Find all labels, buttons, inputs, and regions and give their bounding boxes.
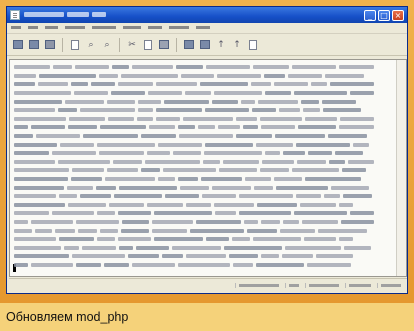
copy-icon[interactable] [141,38,155,52]
menu-item[interactable] [196,25,210,31]
text-line [14,175,394,184]
notepad-icon [10,10,20,20]
find-icon[interactable]: ⌕ [84,38,98,52]
open-icon[interactable] [27,38,41,52]
options-icon[interactable]: ↑ [230,38,244,52]
vertical-scrollbar[interactable] [396,60,406,276]
menu-item[interactable] [45,25,58,31]
text-line [14,149,394,158]
close-button[interactable]: × [392,9,404,21]
new-doc-icon[interactable] [11,38,25,52]
maximize-button[interactable]: □ [378,9,390,21]
text-line [14,243,394,252]
text-line [14,123,394,132]
toolbar: ⌕ ⌕ ✂ ↑ ↑ [7,34,407,56]
replace-icon[interactable]: ⌕ [100,38,114,52]
redo-icon[interactable] [198,38,212,52]
text-line [14,261,394,270]
text-line [14,115,394,124]
undo-icon[interactable] [182,38,196,52]
text-line [14,218,394,227]
text-line [14,132,394,141]
text-line [14,97,394,106]
text-line [14,226,394,235]
toolbar-separator [119,37,120,52]
text-line [14,209,394,218]
status-field [235,283,279,288]
cut-icon[interactable]: ✂ [125,38,139,52]
text-line [14,80,394,89]
text-area[interactable] [9,59,407,277]
format-icon[interactable]: ↑ [214,38,228,52]
menu-item[interactable] [65,25,85,31]
text-line [14,63,394,72]
text-line [14,166,394,175]
print-icon[interactable] [68,38,82,52]
text-line [14,158,394,167]
text-line [14,201,394,210]
text-line [14,140,394,149]
caption-bar: Обновляем mod_php [0,303,414,331]
text-line [14,72,394,81]
save-icon[interactable] [43,38,57,52]
caption-text: Обновляем mod_php [6,310,129,324]
menu-item[interactable] [28,25,38,31]
text-line [14,106,394,115]
text-line [14,183,394,192]
text-line [14,235,394,244]
text-editor-window: _ □ × ⌕ ⌕ ✂ ↑ ↑ [6,6,408,294]
status-field [345,283,371,288]
title-bar[interactable]: _ □ × [7,7,407,23]
text-line [14,192,394,201]
menu-item[interactable] [123,25,141,31]
status-field [285,283,299,288]
minimize-button[interactable]: _ [364,9,376,21]
text-line [14,89,394,98]
toolbar-separator [176,37,177,52]
toolbar-separator [62,37,63,52]
status-bar [9,278,407,292]
paste-icon[interactable] [157,38,171,52]
status-field [305,283,339,288]
window-title [24,11,362,18]
menu-item[interactable] [148,25,162,31]
help-icon[interactable] [246,38,260,52]
menu-item[interactable] [92,25,116,31]
text-line [14,252,394,261]
status-field [377,283,401,288]
menu-item[interactable] [11,25,21,31]
menu-bar [7,23,407,34]
menu-item[interactable] [169,25,189,31]
